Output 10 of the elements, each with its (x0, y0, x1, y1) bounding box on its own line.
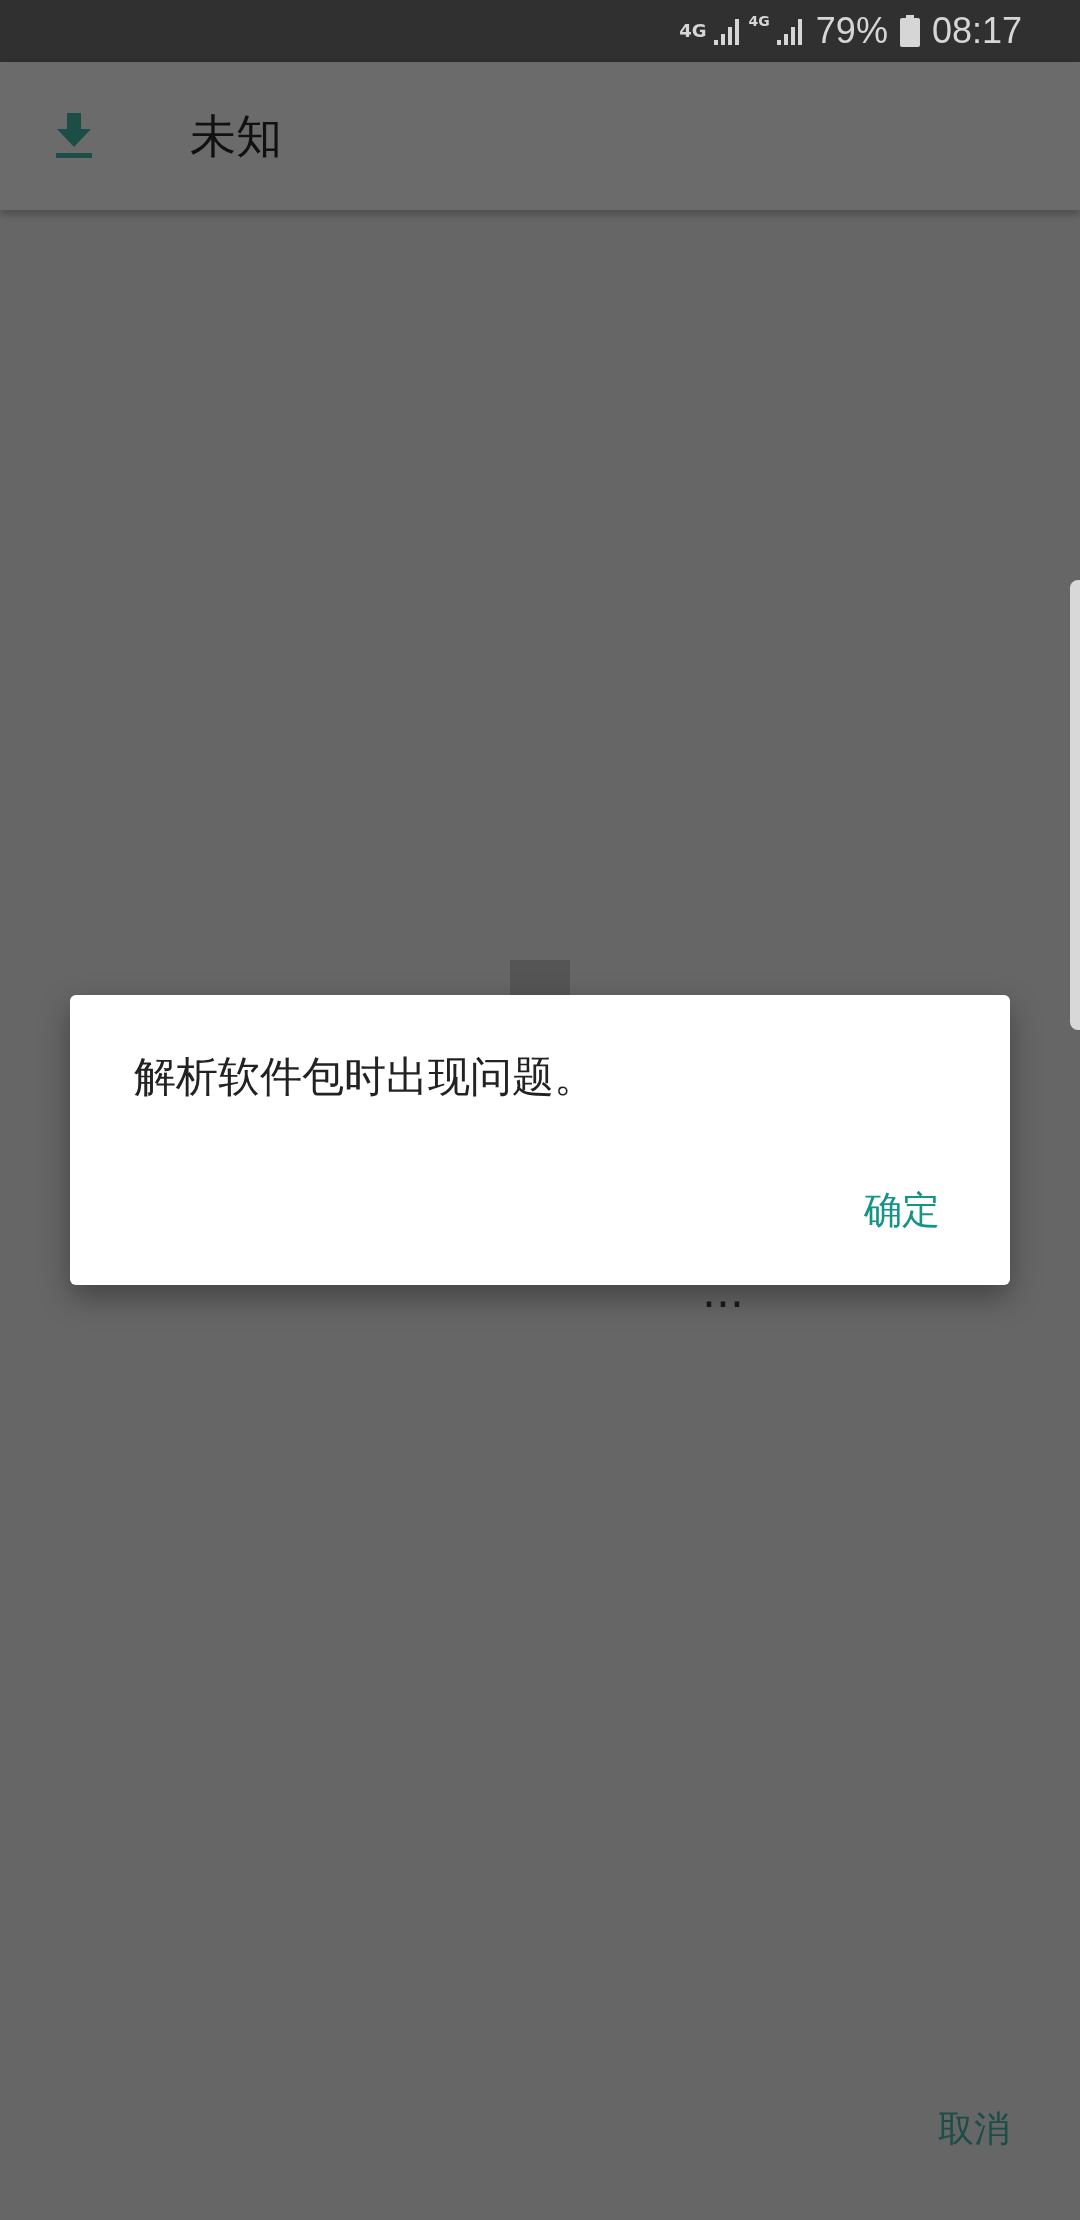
battery-icon (899, 15, 920, 47)
clock-time: 08:17 (931, 9, 1022, 53)
battery-percentage: 79% (815, 9, 888, 53)
app-title: 未知 (190, 107, 282, 165)
status-text: ... (702, 1270, 744, 1314)
network-type-label: 4G (679, 22, 707, 40)
download-icon (54, 113, 94, 159)
dialog-message: 解析软件包时出现问题。 (134, 1051, 597, 1103)
ok-button[interactable]: 确定 (854, 1176, 950, 1245)
network-type-label: 4G (748, 14, 770, 28)
